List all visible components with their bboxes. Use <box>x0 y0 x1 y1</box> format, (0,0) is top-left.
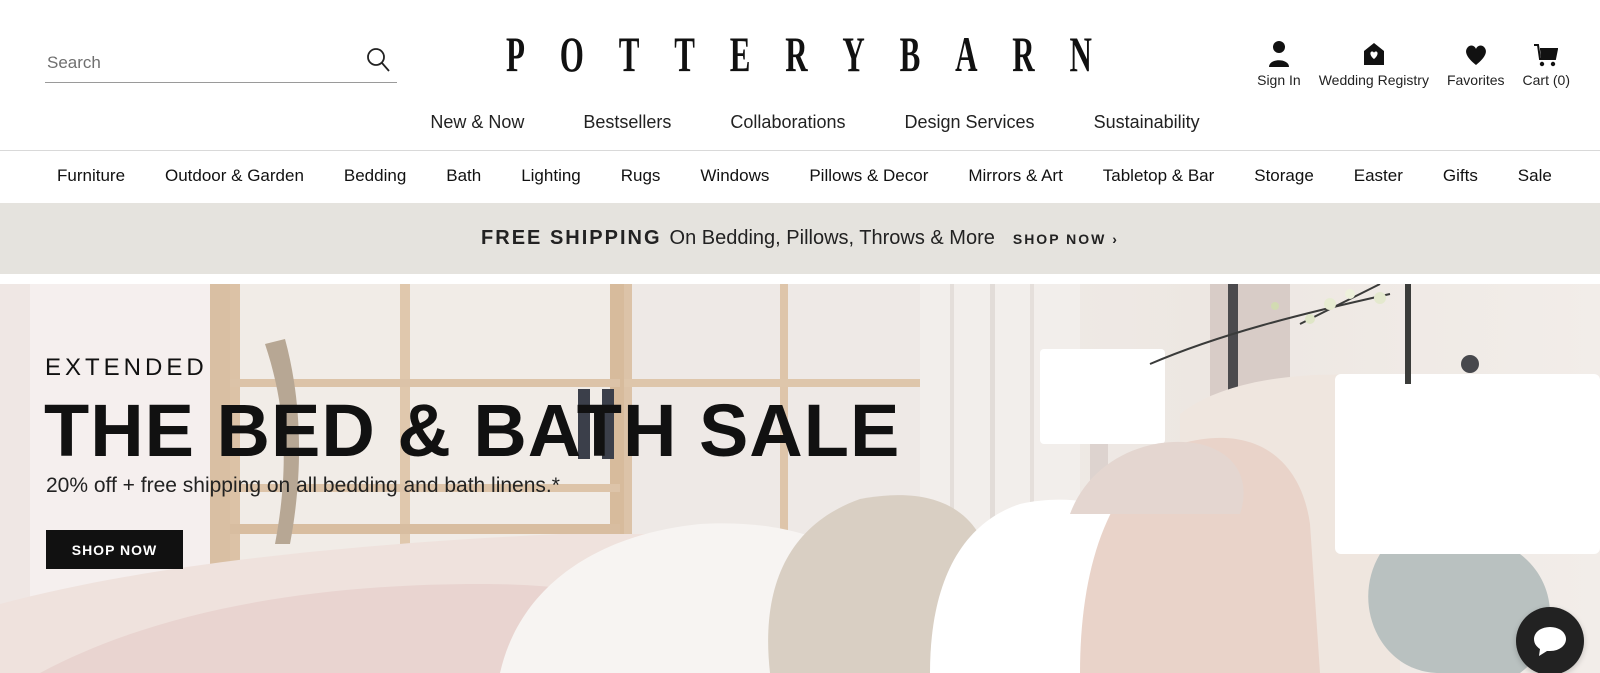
nav-pillows-decor[interactable]: Pillows & Decor <box>809 166 928 192</box>
person-icon <box>1268 41 1289 67</box>
account-links: Sign In Wedding Registry Favorites Cart … <box>1257 40 1570 94</box>
nav-lighting[interactable]: Lighting <box>521 166 581 192</box>
nav-sale[interactable]: Sale <box>1518 166 1552 192</box>
hero-eyebrow: EXTENDED <box>45 354 208 381</box>
promo-text: On Bedding, Pillows, Throws & More <box>669 227 995 249</box>
search-icon[interactable] <box>365 47 391 73</box>
chat-button[interactable] <box>1516 607 1584 673</box>
favorites-link[interactable]: Favorites <box>1447 40 1505 88</box>
cart-label: Cart (0) <box>1522 72 1570 88</box>
nav-bedding[interactable]: Bedding <box>344 166 406 192</box>
wedding-registry-label: Wedding Registry <box>1318 72 1429 88</box>
nav-windows[interactable]: Windows <box>700 166 769 192</box>
nav-storage[interactable]: Storage <box>1254 166 1314 192</box>
nav-mirrors-art[interactable]: Mirrors & Art <box>968 166 1062 192</box>
wedding-registry-link[interactable]: Wedding Registry <box>1319 40 1429 88</box>
favorites-label: Favorites <box>1446 72 1505 88</box>
logo-letter: Y <box>842 26 865 82</box>
subnav-collaborations[interactable]: Collaborations <box>730 112 845 144</box>
search-bar[interactable] <box>45 40 397 83</box>
secondary-nav: New & Now Bestsellers Collaborations Des… <box>0 112 1600 144</box>
pottery-barn-logo[interactable]: P O T T E R Y B A R N <box>506 24 1092 84</box>
nav-bath[interactable]: Bath <box>446 166 481 192</box>
hero-headline: THE BED & BATH SALE <box>44 389 901 472</box>
subnav-sustainability[interactable]: Sustainability <box>1094 112 1200 144</box>
sign-in-label: Sign In <box>1257 72 1301 88</box>
nav-tabletop-bar[interactable]: Tabletop & Bar <box>1103 166 1215 192</box>
house-heart-icon <box>1363 43 1384 65</box>
subnav-new-now[interactable]: New & Now <box>430 112 524 144</box>
logo-letter: E <box>729 26 751 82</box>
logo-letter: B <box>899 26 921 82</box>
promo-shop-now-link[interactable]: SHOP NOW › <box>1013 231 1119 247</box>
logo-letter: N <box>1069 26 1092 82</box>
category-nav: Furniture Outdoor & Garden Bedding Bath … <box>0 166 1600 192</box>
heart-icon <box>1465 45 1486 65</box>
subnav-design-services[interactable]: Design Services <box>905 112 1035 144</box>
nav-gifts[interactable]: Gifts <box>1443 166 1478 192</box>
nav-furniture[interactable]: Furniture <box>57 166 125 192</box>
chat-bubble-icon <box>1534 627 1566 656</box>
hero-subtext: 20% off + free shipping on all bedding a… <box>46 474 560 497</box>
sign-in-link[interactable]: Sign In <box>1257 40 1301 88</box>
logo-letter: R <box>785 26 808 82</box>
logo-letter: O <box>559 26 584 82</box>
logo-letter: P <box>506 26 525 82</box>
search-input[interactable] <box>45 50 349 76</box>
logo-letter: T <box>674 26 695 82</box>
nav-outdoor-garden[interactable]: Outdoor & Garden <box>165 166 304 192</box>
logo-letter: R <box>1012 26 1035 82</box>
cart-link[interactable]: Cart (0) <box>1523 40 1570 88</box>
nav-easter[interactable]: Easter <box>1354 166 1403 192</box>
cart-count: (0) <box>1552 72 1570 88</box>
logo-letter: T <box>618 26 640 82</box>
cart-icon <box>1534 44 1559 67</box>
nav-rugs[interactable]: Rugs <box>621 166 661 192</box>
free-shipping-banner[interactable]: FREE SHIPPING On Bedding, Pillows, Throw… <box>0 203 1600 274</box>
hero-shop-now-button[interactable]: SHOP NOW <box>46 530 183 569</box>
promo-bold-text: FREE SHIPPING <box>481 227 662 249</box>
hero-banner[interactable]: EXTENDED THE BED & BATH SALE 20% off + f… <box>0 284 1600 673</box>
header-divider <box>0 150 1600 151</box>
logo-letter: A <box>955 26 978 82</box>
subnav-bestsellers[interactable]: Bestsellers <box>583 112 671 144</box>
